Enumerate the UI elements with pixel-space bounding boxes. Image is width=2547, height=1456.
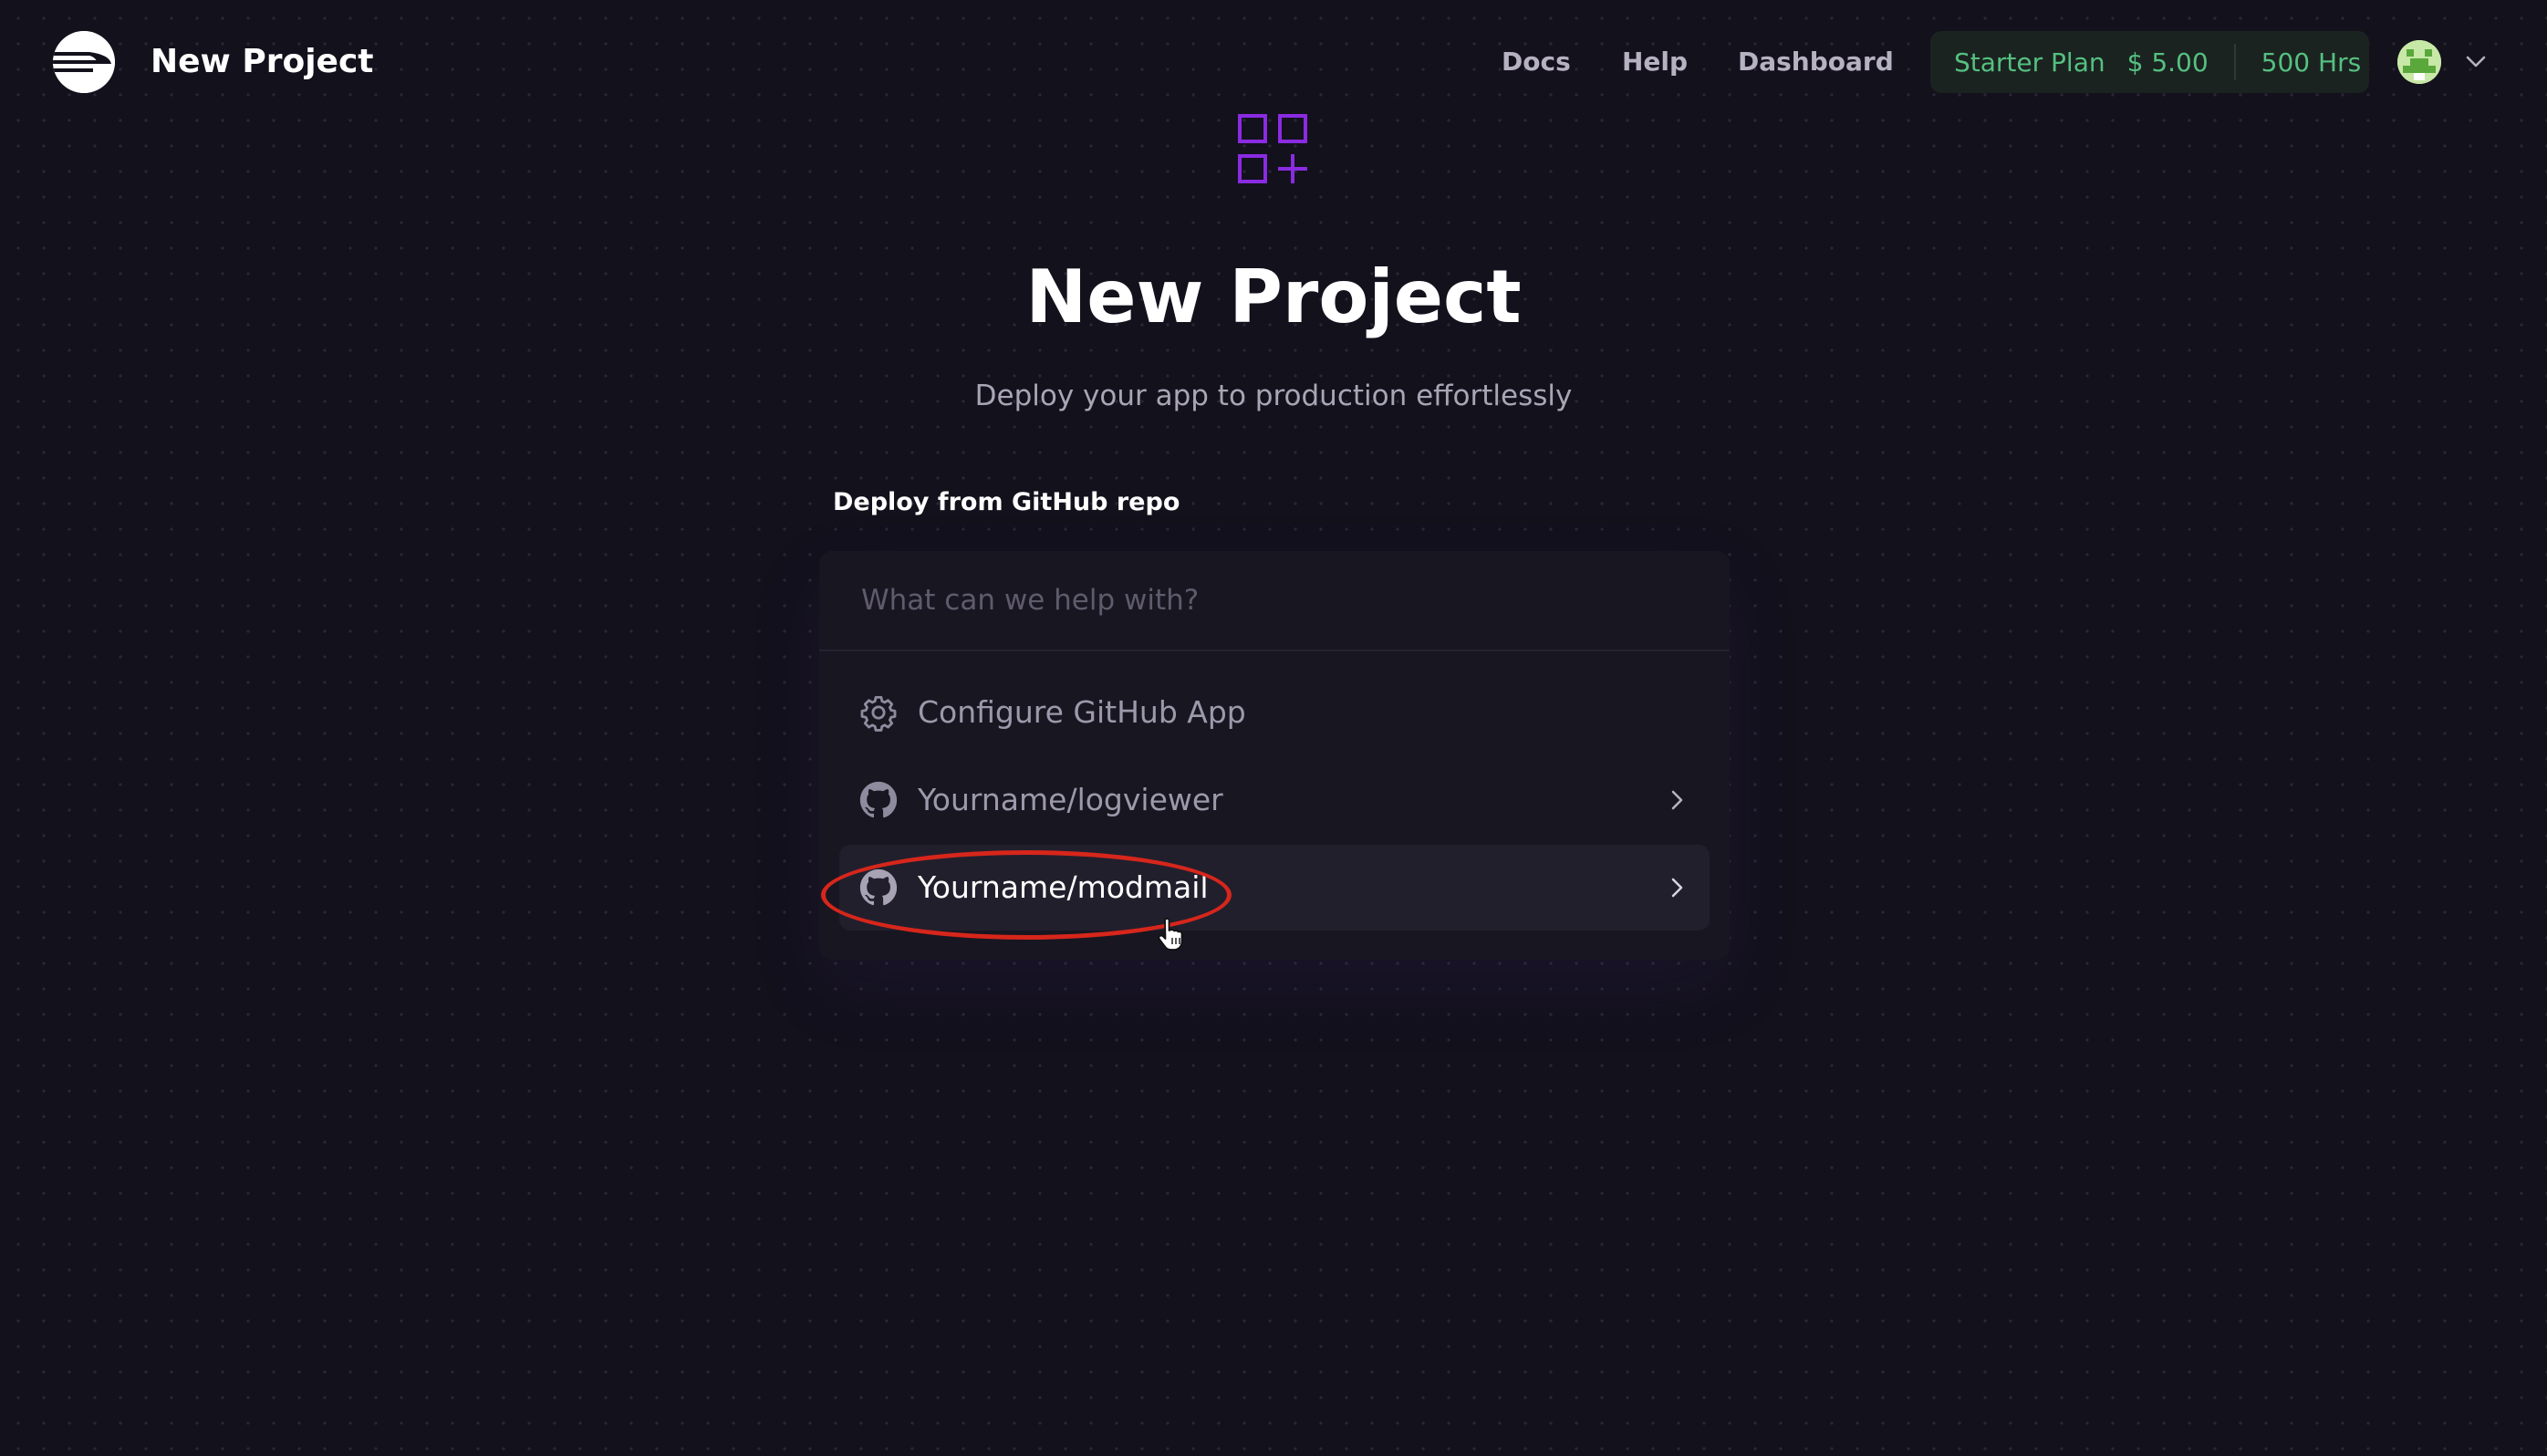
configure-github-app-item[interactable]: Configure GitHub App [839, 670, 1710, 755]
configure-github-app-label: Configure GitHub App [918, 694, 1246, 730]
plan-cost: $ 5.00 [2126, 47, 2209, 78]
railway-logo-icon[interactable] [53, 31, 115, 93]
github-icon [859, 868, 898, 906]
page-title: New Project [1025, 255, 1522, 339]
nav-help-link[interactable]: Help [1622, 42, 1688, 82]
nav-docs-link[interactable]: Docs [1502, 42, 1571, 82]
page: New Project Docs Help Dashboard Starter … [0, 0, 2547, 1456]
nav-dashboard-link[interactable]: Dashboard [1738, 42, 1894, 82]
plan-name: Starter Plan [1954, 47, 2105, 78]
page-subtitle: Deploy your app to production effortless… [974, 380, 1573, 412]
top-bar: New Project Docs Help Dashboard Starter … [0, 0, 2547, 124]
chevron-right-icon [1671, 878, 1683, 898]
deploy-section-label: Deploy from GitHub repo [833, 488, 1180, 516]
plan-hours: 500 Hrs [2261, 47, 2362, 78]
repo-name-logviewer: Yourname/logviewer [918, 782, 1223, 817]
repo-item-logviewer[interactable]: Yourname/logviewer [839, 757, 1710, 843]
app-title: New Project [151, 43, 374, 80]
github-icon [859, 781, 898, 818]
plan-divider [2233, 44, 2236, 80]
repo-item-modmail[interactable]: Yourname/modmail [839, 845, 1710, 931]
search-input[interactable] [819, 551, 1730, 651]
user-avatar[interactable] [2397, 40, 2441, 84]
plan-usage-badge[interactable]: Starter Plan $ 5.00 500 Hrs [1930, 31, 2369, 93]
chevron-down-icon[interactable] [2463, 49, 2489, 75]
grid-plus-icon [1238, 114, 1307, 183]
gear-icon [860, 695, 897, 732]
deploy-command-panel: Configure GitHub App Yourname/logviewer … [819, 551, 1730, 960]
chevron-right-icon [1671, 790, 1683, 810]
hand-cursor-icon [1158, 918, 1183, 951]
repo-name-modmail: Yourname/modmail [918, 869, 1209, 905]
